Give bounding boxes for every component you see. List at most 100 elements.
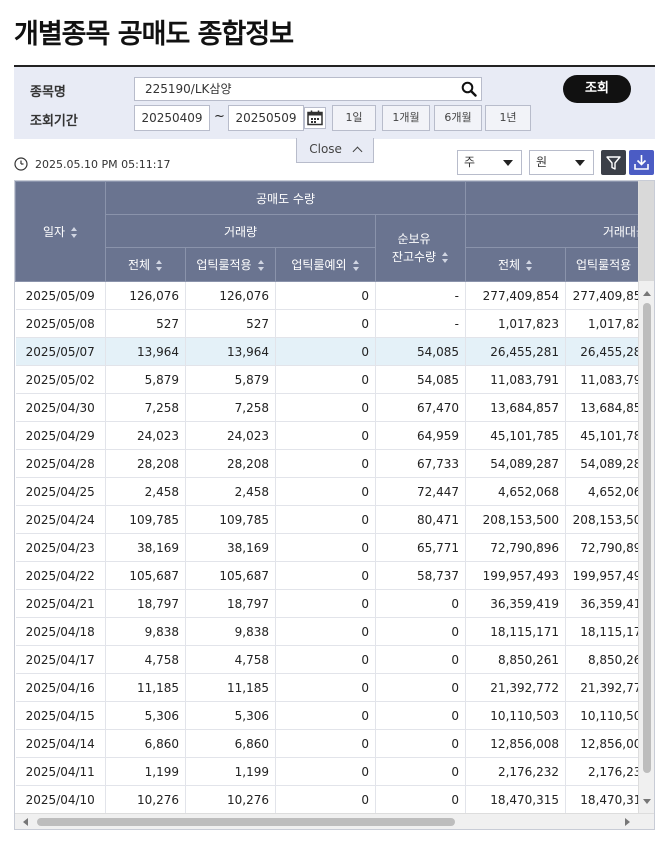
cell-date: 2025/04/30	[15, 393, 106, 422]
cell-balance: 0	[375, 757, 467, 786]
close-label: Close	[309, 142, 342, 156]
stock-name-label: 종목명	[30, 85, 66, 100]
query-button[interactable]: 조회	[563, 75, 631, 103]
clock-icon	[14, 157, 28, 171]
cell-exempt: 0	[275, 701, 376, 730]
col-uptick-exempt-label: 업틱룰예외	[291, 258, 347, 272]
cell-total: 1,199	[105, 757, 186, 786]
cell-applied: 5,306	[185, 701, 276, 730]
period-1year-button[interactable]: 1년	[485, 105, 531, 131]
col-net-balance[interactable]: 순보유 잔고수량	[374, 214, 467, 282]
cell-total: 126,076	[105, 281, 186, 310]
table-row[interactable]: 2025/05/08 527 527 0-1,017,823 1,017,823	[15, 309, 654, 338]
table-row[interactable]: 2025/04/24 109,785 109,785 0 80,471 208,153,5…	[15, 505, 654, 534]
cell-applied: 5,879	[185, 365, 276, 394]
cell-exempt: 0	[275, 617, 376, 646]
download-button[interactable]	[629, 150, 654, 175]
cell-balance: 0	[375, 589, 467, 618]
sort-icon	[71, 227, 78, 238]
cell-amt-total: 2,176,232	[465, 757, 567, 786]
cell-exempt: 0	[275, 561, 376, 590]
col-uptick-applied[interactable]: 업틱룰적용	[185, 247, 276, 282]
cell-exempt: 0	[275, 505, 376, 534]
table-row[interactable]: 2025/04/22 105,687 105,687 0 58,737 199,957,4…	[15, 561, 654, 590]
page-title: 개별종목 공매도 종합정보	[14, 19, 294, 50]
table-row[interactable]: 2025/04/25 2,458 2,458 0 72,447 4,652,068 4,65…	[15, 477, 654, 506]
table-row[interactable]: 2025/04/29 24,023 24,023 0 64,959 45,101,785 4…	[15, 421, 654, 450]
date-to-input[interactable]: 20250509	[228, 105, 304, 131]
cell-date: 2025/04/14	[15, 729, 106, 758]
table-row[interactable]: 2025/04/23 38,169 38,169 0 65,771 72,790,896 7…	[15, 533, 654, 562]
cell-exempt: 0	[275, 673, 376, 702]
cell-total: 9,838	[105, 617, 186, 646]
table-row[interactable]: 2025/04/21 18,797 18,797 0 0 36,359,419 36,359…	[15, 589, 654, 618]
table-row[interactable]: 2025/04/18 9,838 9,838 0 0 18,115,171 18,115,1…	[15, 617, 654, 646]
table-row[interactable]: 2025/04/17 4,758 4,758 0 0 8,850,261 8,850,261	[15, 645, 654, 674]
scroll-down-arrow-icon[interactable]	[643, 799, 651, 804]
filter-button[interactable]	[601, 150, 626, 175]
cell-date: 2025/04/16	[15, 673, 106, 702]
cell-exempt: 0	[275, 589, 376, 618]
cell-balance: 80,471	[375, 505, 467, 534]
cell-total: 13,964	[105, 337, 186, 366]
cell-exempt: 0	[275, 449, 376, 478]
cell-amt-total: 12,856,008	[465, 729, 567, 758]
cell-amt-total: 8,850,261	[465, 645, 567, 674]
chevron-down-icon	[575, 160, 585, 166]
cell-amt-total: 1,017,823	[465, 309, 567, 338]
cell-total: 7,258	[105, 393, 186, 422]
period-1day-button[interactable]: 1일	[332, 105, 376, 131]
cell-balance: 54,085	[375, 365, 467, 394]
group-short-qty: 공매도 수량	[104, 181, 467, 215]
cell-exempt: 0	[275, 281, 376, 310]
table-row[interactable]: 2025/05/09 126,076 126,076 0-277,409,854 277…	[15, 281, 654, 310]
stock-name-input[interactable]: 225190/LK삼양	[134, 77, 482, 101]
cell-applied: 109,785	[185, 505, 276, 534]
date-from-input[interactable]: 20250409	[134, 105, 210, 131]
cell-balance: 0	[375, 785, 467, 814]
cell-total: 38,169	[105, 533, 186, 562]
horizontal-scrollbar[interactable]	[15, 813, 654, 829]
col-date[interactable]: 일자	[15, 181, 106, 282]
close-panel-button[interactable]: Close	[296, 138, 374, 163]
group-short-amount-outer	[465, 181, 654, 215]
cell-applied: 18,797	[185, 589, 276, 618]
currency-select[interactable]: 원	[529, 150, 594, 175]
scroll-right-arrow-icon[interactable]	[625, 818, 630, 826]
table-row[interactable]: 2025/05/02 5,879 5,879 0 54,085 11,083,791 11,…	[15, 365, 654, 394]
table-row[interactable]: 2025/04/16 11,185 11,185 0 0 21,392,772 21,392…	[15, 673, 654, 702]
table-row[interactable]: 2025/04/11 1,199 1,199 0 0 2,176,232 2,176,232	[15, 757, 654, 786]
table-row[interactable]: 2025/04/28 28,208 28,208 0 67,733 54,089,287 5…	[15, 449, 654, 478]
vertical-scroll-thumb[interactable]	[643, 303, 651, 773]
sort-icon	[257, 260, 265, 271]
col-amount-total[interactable]: 전체	[465, 247, 567, 282]
unit-select[interactable]: 주	[457, 150, 522, 175]
table-row[interactable]: 2025/04/14 6,860 6,860 0 0 12,856,008 12,856,0…	[15, 729, 654, 758]
grid-body: 2025/05/09 126,076 126,076 0-277,409,854 277…	[15, 281, 654, 814]
cell-balance: 0	[375, 617, 467, 646]
col-net-balance-label: 순보유 잔고수량	[391, 232, 437, 264]
cell-total: 4,758	[105, 645, 186, 674]
table-row[interactable]: 2025/05/07 13,964 13,964 0 54,085 26,455,281 2…	[15, 337, 654, 366]
cell-date: 2025/04/24	[15, 505, 106, 534]
horizontal-scroll-thumb[interactable]	[37, 818, 455, 826]
col-total-label: 전체	[127, 258, 151, 272]
cell-amt-total: 26,455,281	[465, 337, 567, 366]
cell-amt-total: 13,684,857	[465, 393, 567, 422]
cell-total: 5,879	[105, 365, 186, 394]
period-6month-button[interactable]: 6개월	[434, 105, 482, 131]
search-icon[interactable]	[461, 81, 477, 97]
cell-balance: 0	[375, 701, 467, 730]
scroll-left-arrow-icon[interactable]	[23, 818, 28, 826]
col-uptick-exempt[interactable]: 업틱룰예외	[275, 247, 376, 282]
table-row[interactable]: 2025/04/10 10,276 10,276 0 0 18,470,315 18,470…	[15, 785, 654, 814]
table-row[interactable]: 2025/04/30 7,258 7,258 0 67,470 13,684,857 13,…	[15, 393, 654, 422]
vertical-scrollbar[interactable]	[638, 181, 654, 813]
calendar-icon[interactable]	[304, 107, 326, 129]
cell-applied: 2,458	[185, 477, 276, 506]
col-total[interactable]: 전체	[105, 247, 186, 282]
scroll-up-arrow-icon[interactable]	[643, 291, 651, 296]
short-selling-table: 일자 공매도 수량 거래량 순보유 잔고수량 거래대금 전체 업틱룰적용 업틱룰예…	[15, 181, 654, 814]
period-1month-button[interactable]: 1개월	[382, 105, 430, 131]
table-row[interactable]: 2025/04/15 5,306 5,306 0 0 10,110,503 10,110,5…	[15, 701, 654, 730]
